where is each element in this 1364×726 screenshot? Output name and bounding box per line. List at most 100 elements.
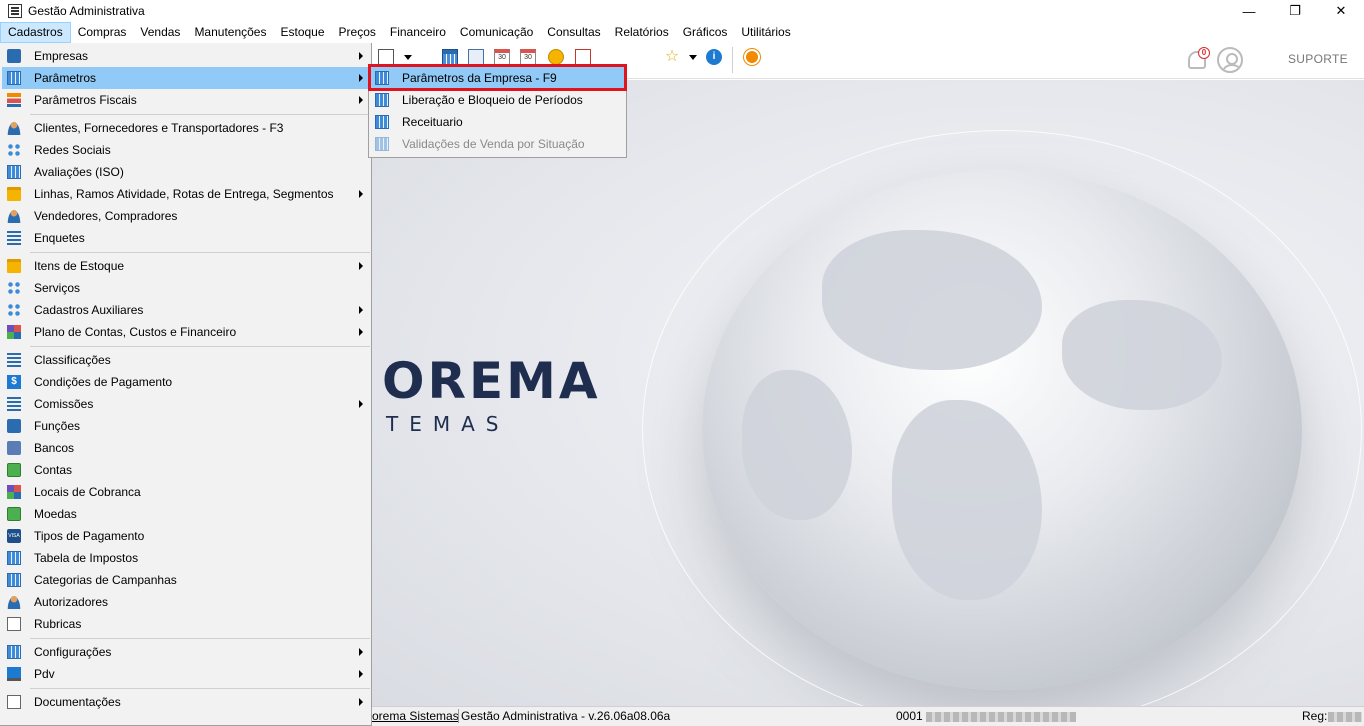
menu-item-contas[interactable]: Contas xyxy=(2,459,369,481)
parameters-icon xyxy=(375,71,389,85)
menu-item-moedas[interactable]: Moedas xyxy=(2,503,369,525)
menu-comunicacao[interactable]: Comunicação xyxy=(453,22,540,43)
lock-icon[interactable] xyxy=(548,49,564,65)
list-icon xyxy=(7,353,21,367)
dollar-icon: $ xyxy=(7,375,21,389)
menu-financeiro[interactable]: Financeiro xyxy=(383,22,453,43)
menu-item-vendedores[interactable]: Vendedores, Compradores xyxy=(2,205,369,227)
app-icon xyxy=(8,4,22,18)
menu-item-tabela-impostos[interactable]: Tabela de Impostos xyxy=(2,547,369,569)
menu-cadastros[interactable]: Cadastros xyxy=(0,22,71,43)
report-icon[interactable] xyxy=(378,49,394,65)
menu-item-comissoes[interactable]: Comissões xyxy=(2,393,369,415)
menu-item-itens-estoque[interactable]: Itens de Estoque xyxy=(2,255,369,277)
menu-compras[interactable]: Compras xyxy=(71,22,134,43)
menu-item-enquetes[interactable]: Enquetes xyxy=(2,227,369,249)
status-bar: orema Sistemas Gestão Administrativa - v… xyxy=(372,706,1364,726)
menu-item-condicoes-pagamento[interactable]: $ Condições de Pagamento xyxy=(2,371,369,393)
menu-item-rubricas[interactable]: Rubricas xyxy=(2,613,369,635)
window-controls: — ❐ ✕ xyxy=(1226,0,1364,22)
submenu-arrow-icon xyxy=(359,670,363,678)
menu-separator xyxy=(30,688,370,689)
submenu-item-validacoes-venda: Validações de Venda por Situação xyxy=(371,133,624,155)
menu-item-label: Linhas, Ramos Atividade, Rotas de Entreg… xyxy=(34,187,334,201)
status-brand: orema Sistemas xyxy=(372,709,459,723)
restore-button[interactable]: ❐ xyxy=(1272,0,1318,22)
menu-item-clientes[interactable]: Clientes, Fornecedores e Transportadores… xyxy=(2,117,369,139)
menu-relatorios[interactable]: Relatórios xyxy=(608,22,676,43)
star-icon[interactable]: ☆ xyxy=(664,49,680,65)
power-icon[interactable] xyxy=(744,49,760,65)
menu-bar: Cadastros Compras Vendas Manutenções Est… xyxy=(0,22,1364,43)
menu-item-label: Tipos de Pagamento xyxy=(34,529,145,543)
network-icon xyxy=(7,303,21,317)
grid-icon xyxy=(7,645,21,659)
menu-item-label: Locais de Cobranca xyxy=(34,485,141,499)
doc-icon xyxy=(7,695,21,709)
chevron-down-icon[interactable] xyxy=(404,55,412,63)
menu-item-documentacoes[interactable]: Documentações xyxy=(2,691,369,713)
chevron-down-icon[interactable] xyxy=(689,55,697,63)
calculator-icon[interactable] xyxy=(468,49,484,65)
menu-item-label: Itens de Estoque xyxy=(34,259,125,273)
menu-item-empresas[interactable]: Empresas xyxy=(2,45,369,67)
menu-item-redes-sociais[interactable]: Redes Sociais xyxy=(2,139,369,161)
menu-manutencoes[interactable]: Manutenções xyxy=(187,22,273,43)
menu-item-servicos[interactable]: Serviços xyxy=(2,277,369,299)
menu-item-label: Parâmetros Fiscais xyxy=(34,93,137,107)
calendar-settings-icon[interactable]: 30 xyxy=(520,49,536,65)
menu-item-funcoes[interactable]: Funções xyxy=(2,415,369,437)
menu-item-label: Redes Sociais xyxy=(34,143,111,157)
menu-item-classificacoes[interactable]: Classificações xyxy=(2,349,369,371)
menu-graficos[interactable]: Gráficos xyxy=(676,22,735,43)
menu-item-label: Clientes, Fornecedores e Transportadores… xyxy=(34,121,284,135)
menu-item-label: Documentações xyxy=(34,695,121,709)
menu-separator xyxy=(30,346,370,347)
menu-separator xyxy=(30,114,370,115)
menu-separator xyxy=(30,638,370,639)
submenu-item-label: Liberação e Bloqueio de Períodos xyxy=(402,93,583,107)
menu-precos[interactable]: Preços xyxy=(332,22,383,43)
menu-item-parametros[interactable]: Parâmetros xyxy=(2,67,369,89)
info-icon[interactable]: i xyxy=(706,49,722,65)
network-icon xyxy=(7,143,21,157)
menu-item-parametros-fiscais[interactable]: Parâmetros Fiscais xyxy=(2,89,369,111)
menu-item-avaliacoes[interactable]: Avaliações (ISO) xyxy=(2,161,369,183)
grid-icon xyxy=(375,137,389,151)
submenu-item-parametros-empresa[interactable]: Parâmetros da Empresa - F9 xyxy=(371,67,624,89)
menu-item-label: Contas xyxy=(34,463,73,477)
grid-icon[interactable] xyxy=(442,49,458,65)
window-title: Gestão Administrativa xyxy=(28,4,145,18)
accounts-icon xyxy=(7,325,21,339)
minimize-button[interactable]: — xyxy=(1226,0,1272,22)
calendar-icon[interactable]: 30 xyxy=(494,49,510,65)
support-button[interactable]: SUPORTE xyxy=(1288,52,1348,66)
menu-item-pdv[interactable]: Pdv xyxy=(2,663,369,685)
chart-report-icon[interactable] xyxy=(575,49,591,65)
menu-consultas[interactable]: Consultas xyxy=(540,22,607,43)
menu-item-bancos[interactable]: Bancos xyxy=(2,437,369,459)
menu-estoque[interactable]: Estoque xyxy=(273,22,331,43)
list-icon xyxy=(7,231,21,245)
book-icon xyxy=(7,419,21,433)
menu-item-plano-contas[interactable]: Plano de Contas, Custos e Financeiro xyxy=(2,321,369,343)
menu-item-categorias-campanhas[interactable]: Categorias de Campanhas xyxy=(2,569,369,591)
menu-item-cadastros-auxiliares[interactable]: Cadastros Auxiliares xyxy=(2,299,369,321)
submenu-item-receituario[interactable]: Receituario xyxy=(371,111,624,133)
menu-item-tipos-pagamento[interactable]: VISA Tipos de Pagamento xyxy=(2,525,369,547)
menu-item-locais-cobranca[interactable]: Locais de Cobranca xyxy=(2,481,369,503)
main-background: OREMA TEMAS xyxy=(372,80,1364,706)
menu-vendas[interactable]: Vendas xyxy=(133,22,187,43)
menu-utilitarios[interactable]: Utilitários xyxy=(734,22,797,43)
logo-subtext: TEMAS xyxy=(386,412,510,436)
close-button[interactable]: ✕ xyxy=(1318,0,1364,22)
tiles-icon xyxy=(7,485,21,499)
user-icon[interactable] xyxy=(1217,47,1243,73)
grid-icon xyxy=(375,93,389,107)
menu-item-configuracoes[interactable]: Configurações xyxy=(2,641,369,663)
pdv-icon xyxy=(7,667,21,681)
menu-item-linhas[interactable]: Linhas, Ramos Atividade, Rotas de Entreg… xyxy=(2,183,369,205)
menu-item-autorizadores[interactable]: Autorizadores xyxy=(2,591,369,613)
submenu-item-liberacao-bloqueio[interactable]: Liberação e Bloqueio de Períodos xyxy=(371,89,624,111)
globe-image xyxy=(642,130,1362,706)
